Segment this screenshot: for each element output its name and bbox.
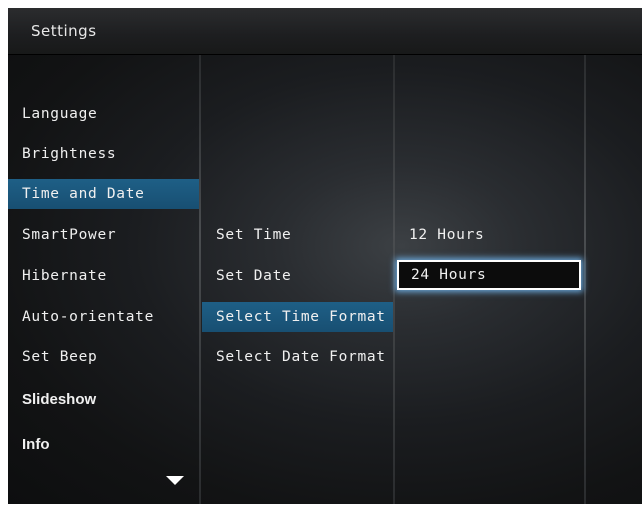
submenu-item-set-date[interactable]: Set Date [202,261,393,291]
menu-item-auto-orientate[interactable]: Auto-orientate [8,302,199,332]
menu-item-hibernate[interactable]: Hibernate [8,261,199,291]
chevron-down-icon[interactable] [166,476,184,485]
column-divider [393,55,395,504]
submenu-item-select-time-format[interactable]: Select Time Format [202,302,393,332]
menu-item-brightness[interactable]: Brightness [8,139,199,169]
menu-item-set-beep[interactable]: Set Beep [8,342,199,372]
page-title: Settings [31,22,97,40]
title-bar: Settings [8,8,642,55]
option-24-hours[interactable]: 24 Hours [397,260,581,290]
submenu-item-set-time[interactable]: Set Time [202,220,393,250]
menu-item-language[interactable]: Language [8,99,199,129]
submenu-item-select-date-format[interactable]: Select Date Format [202,342,393,372]
column-divider [584,55,586,504]
menu-item-time-and-date[interactable]: Time and Date [8,179,199,209]
menu-item-smartpower[interactable]: SmartPower [8,220,199,250]
settings-screen: Settings Language Brightness Time and Da… [8,8,642,504]
menu-area: Language Brightness Time and Date SmartP… [8,55,642,504]
menu-item-slideshow[interactable]: Slideshow [8,385,199,415]
column-divider [199,55,201,504]
option-12-hours[interactable]: 12 Hours [397,220,581,250]
menu-item-info[interactable]: Info [8,430,199,460]
